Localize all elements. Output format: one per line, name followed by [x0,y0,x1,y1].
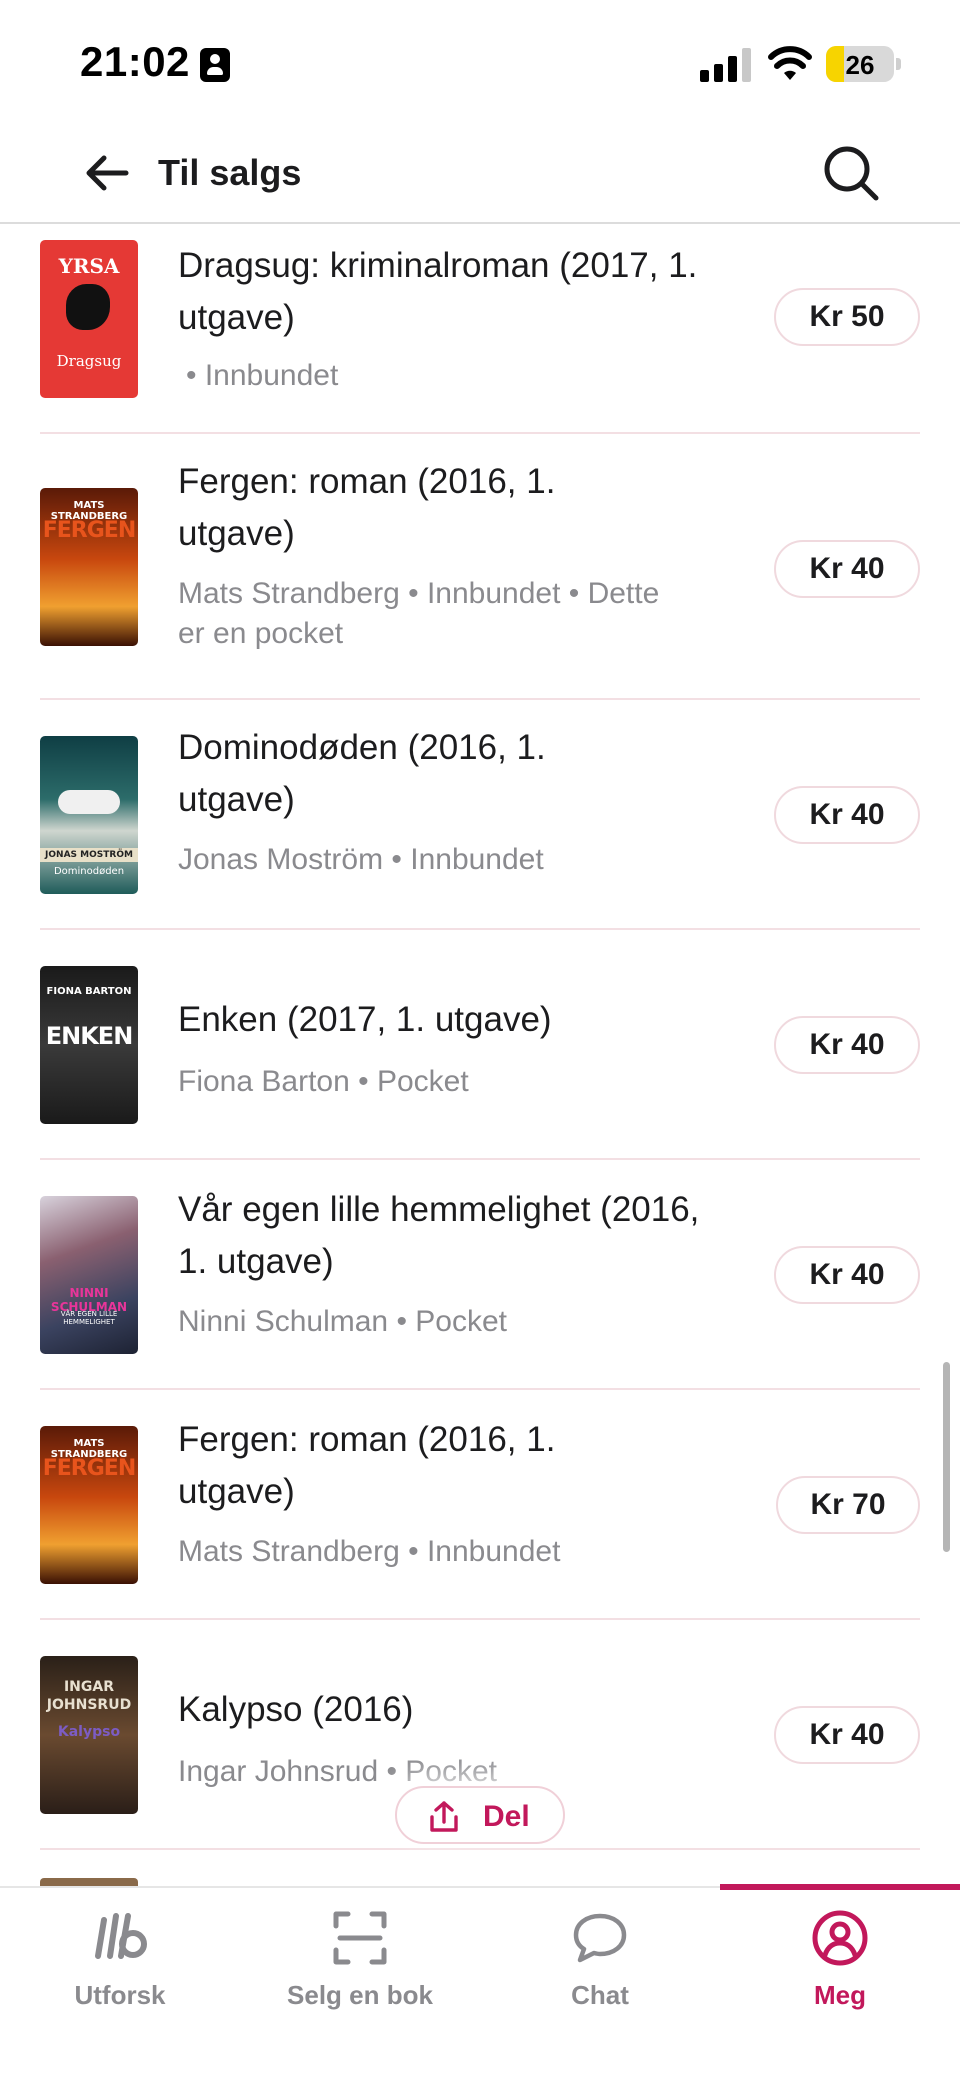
price-button[interactable]: Kr 50 [774,288,920,346]
book-title: Fergen: roman (2016, 1. utgave) [178,462,556,553]
share-button[interactable]: Del [395,1786,565,1844]
price-button[interactable]: Kr 40 [774,1706,920,1764]
arrow-left-icon[interactable] [80,146,134,200]
cover-figure [58,790,120,814]
book-meta: Mats Strandberg • Innbundet [178,1535,561,1568]
contact-card-icon [200,48,230,82]
tab-label: Selg en bok [287,1980,433,2010]
book-meta: Fiona Barton • Pocket [178,1065,469,1098]
book-meta: • Innbundet [186,359,339,392]
book-title: Dragsug: kriminalroman (2017, 1. utgave) [178,246,698,337]
book-cover: MATS STRANDBERG FERGEN [40,1426,138,1584]
battery-cap [896,58,901,70]
book-title: Dominodøden (2016, 1. utgave) [178,728,546,819]
cover-title: Dominodøden [53,866,125,877]
top-app-bar: Til salgs [0,120,960,224]
chat-bubble-icon [573,1913,627,1963]
cellular-signal-icon [700,48,752,82]
tab-label: Meg [814,1980,866,2010]
list-item[interactable]: YRSA Dragsug Dragsug: kriminalroman (201… [0,226,960,434]
books-for-sale-list[interactable]: YRSA Dragsug Dragsug: kriminalroman (201… [0,226,960,1886]
page-title: Til salgs [158,152,302,193]
cover-title: FERGEN [42,518,137,543]
share-label: Del [483,1800,530,1833]
price-button[interactable]: Kr 40 [774,540,920,598]
book-cover: YRSA Dragsug [40,240,138,398]
cover-torn-hole [66,284,110,330]
wifi-icon [768,46,812,80]
list-item[interactable]: MATS STRANDBERG FERGEN Fergen: roman (20… [0,434,960,700]
status-time: 21:02 [80,38,190,85]
tab-selg-en-bok[interactable]: Selg en bok [240,1888,480,2078]
divider [40,1848,920,1850]
price-button[interactable]: Kr 40 [774,1246,920,1304]
cover-title: VÅR EGEN LILLE HEMMELIGHET [60,1310,118,1326]
book-title: Fergen: roman (2016, 1. utgave) [178,1420,556,1511]
cover-author: FIONA BARTON [46,986,132,997]
cover-author: INGAR JOHNSRUD [46,1679,132,1713]
battery-icon: 26 [826,46,894,82]
book-title: Vår egen lille hemmelighet (2016, 1. utg… [178,1190,700,1281]
cover-title: ENKEN [45,1022,134,1050]
book-cover: MATS STRANDBERG FERGEN [40,488,138,646]
scan-icon [333,1911,387,1965]
share-icon [430,1801,458,1832]
status-bar: 21:02 26 [0,0,960,120]
tab-meg[interactable]: Meg [720,1888,960,2078]
bottom-tab-bar: Utforsk Selg en bok Chat Meg [0,1884,960,2078]
search-icon[interactable] [820,142,882,204]
tab-utforsk[interactable]: Utforsk [0,1888,240,2078]
book-cover: JONAS MOSTRÖM Dominodøden [40,736,138,894]
book-meta: Jonas Moström • Innbundet [178,843,544,876]
tab-label: Chat [571,1980,629,2010]
book-meta: Ninni Schulman • Pocket [178,1305,507,1338]
price-button[interactable]: Kr 70 [776,1476,920,1534]
price-button[interactable]: Kr 40 [774,786,920,844]
book-meta: Mats Strandberg • Innbundet • Dette er e… [178,577,660,650]
cover-title: Kalypso [57,1724,121,1740]
cover-title: YRSA [58,254,120,278]
cover-subtitle: Dragsug [56,352,122,370]
cover-author: JONAS MOSTRÖM [40,848,138,862]
lb-logo-icon [95,1913,147,1959]
book-title: Kalypso (2016) [178,1690,414,1729]
list-item[interactable]: JONAS MOSTRÖM Dominodøden Dominodøden (2… [0,700,960,930]
profile-icon [812,1910,868,1966]
book-cover: INGAR JOHNSRUD Kalypso [40,1656,138,1814]
book-cover: FIONA BARTON ENKEN [40,966,138,1124]
list-item[interactable]: MATS STRANDBERG FERGEN Fergen: roman (20… [0,1390,960,1620]
price-button[interactable]: Kr 40 [774,1016,920,1074]
list-item[interactable]: FIONA BARTON ENKEN Enken (2017, 1. utgav… [0,930,960,1160]
scrollbar[interactable] [943,1362,950,1552]
tab-label: Utforsk [74,1980,166,2010]
cover-title: FERGEN [42,1456,137,1481]
battery-level: 26 [845,50,875,80]
book-title: Enken (2017, 1. utgave) [178,1000,552,1039]
book-cover: NINNI SCHULMAN VÅR EGEN LILLE HEMMELIGHE… [40,1196,138,1354]
list-item[interactable]: NINNI SCHULMAN VÅR EGEN LILLE HEMMELIGHE… [0,1160,960,1390]
tab-chat[interactable]: Chat [480,1888,720,2078]
